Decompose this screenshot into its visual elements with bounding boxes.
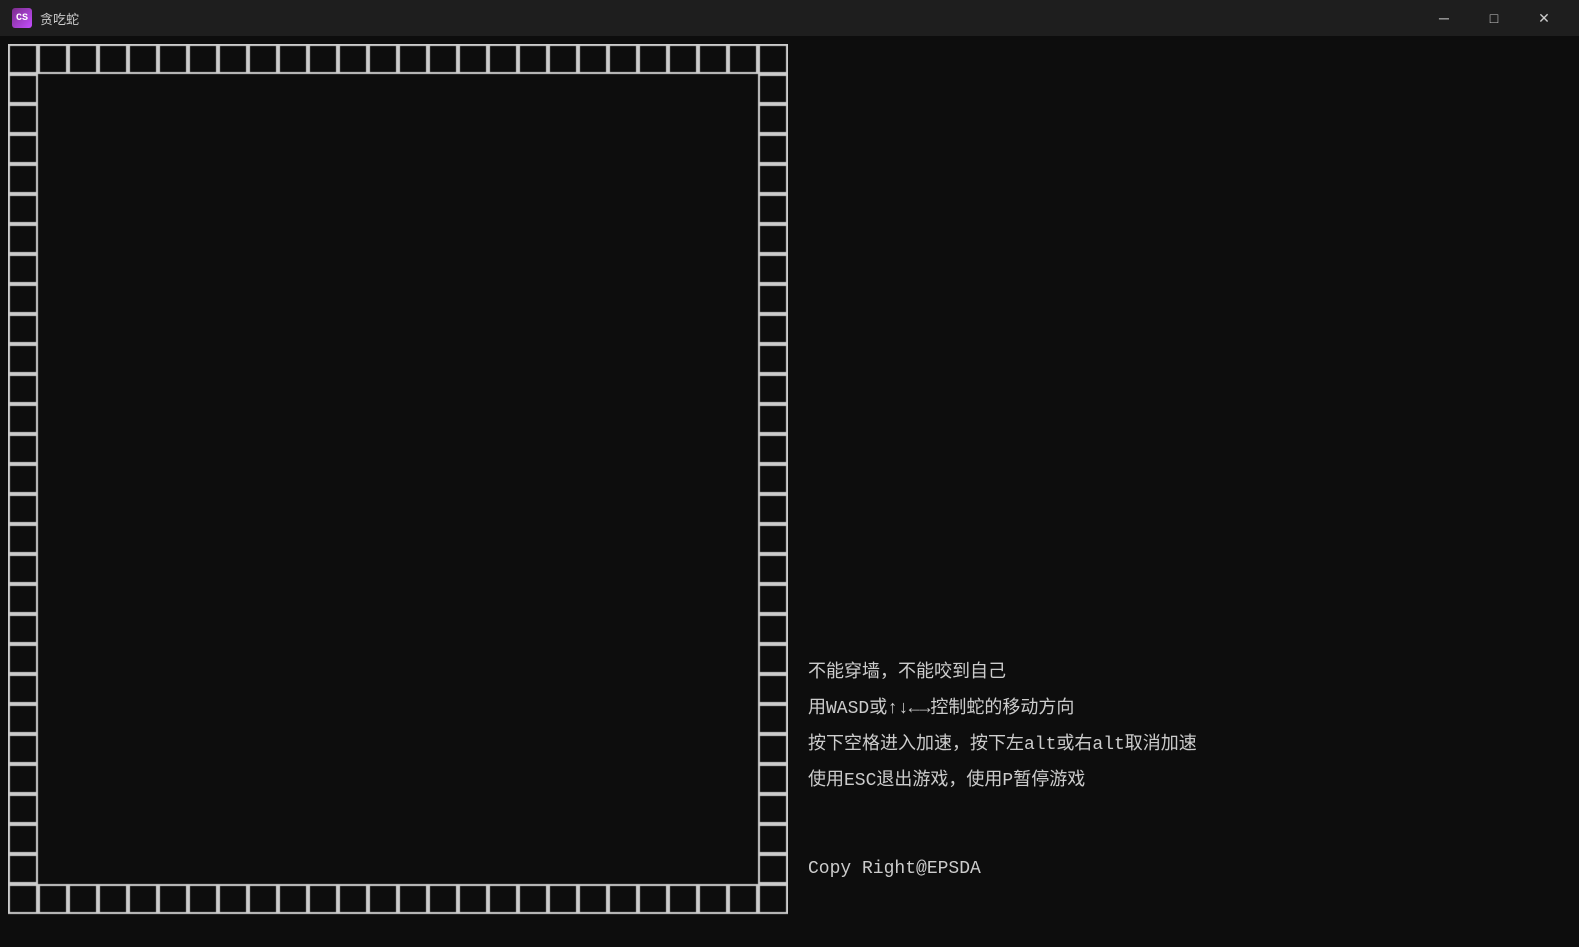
instruction-line-1: 不能穿墙，不能咬到自己: [808, 655, 1551, 691]
instructions-block: 不能穿墙，不能咬到自己 用WASD或↑↓←→控制蛇的移动方向 按下空格进入加速，…: [808, 655, 1551, 799]
main-window: CS 贪吃蛇 ─ □ ✕ 不能穿墙，不能咬到自己 用WASD或↑↓←→控制蛇的移…: [0, 0, 1579, 947]
titlebar-controls: ─ □ ✕: [1421, 3, 1567, 33]
titlebar: CS 贪吃蛇 ─ □ ✕: [0, 0, 1579, 36]
titlebar-left: CS 贪吃蛇: [12, 8, 79, 28]
instruction-line-3: 按下空格进入加速，按下左alt或右alt取消加速: [808, 727, 1551, 763]
game-canvas: [8, 44, 788, 924]
instruction-line-4: 使用ESC退出游戏，使用P暂停游戏: [808, 763, 1551, 799]
close-button[interactable]: ✕: [1521, 3, 1567, 33]
app-icon: CS: [12, 8, 32, 28]
maximize-button[interactable]: □: [1471, 3, 1517, 33]
info-area: 不能穿墙，不能咬到自己 用WASD或↑↓←→控制蛇的移动方向 按下空格进入加速，…: [788, 44, 1571, 939]
main-content: 不能穿墙，不能咬到自己 用WASD或↑↓←→控制蛇的移动方向 按下空格进入加速，…: [0, 36, 1579, 947]
instruction-line-2: 用WASD或↑↓←→控制蛇的移动方向: [808, 691, 1551, 727]
copyright-text: Copy Right@EPSDA: [808, 859, 1551, 879]
minimize-button[interactable]: ─: [1421, 3, 1467, 33]
game-area: [8, 44, 788, 924]
window-title: 贪吃蛇: [40, 9, 79, 28]
